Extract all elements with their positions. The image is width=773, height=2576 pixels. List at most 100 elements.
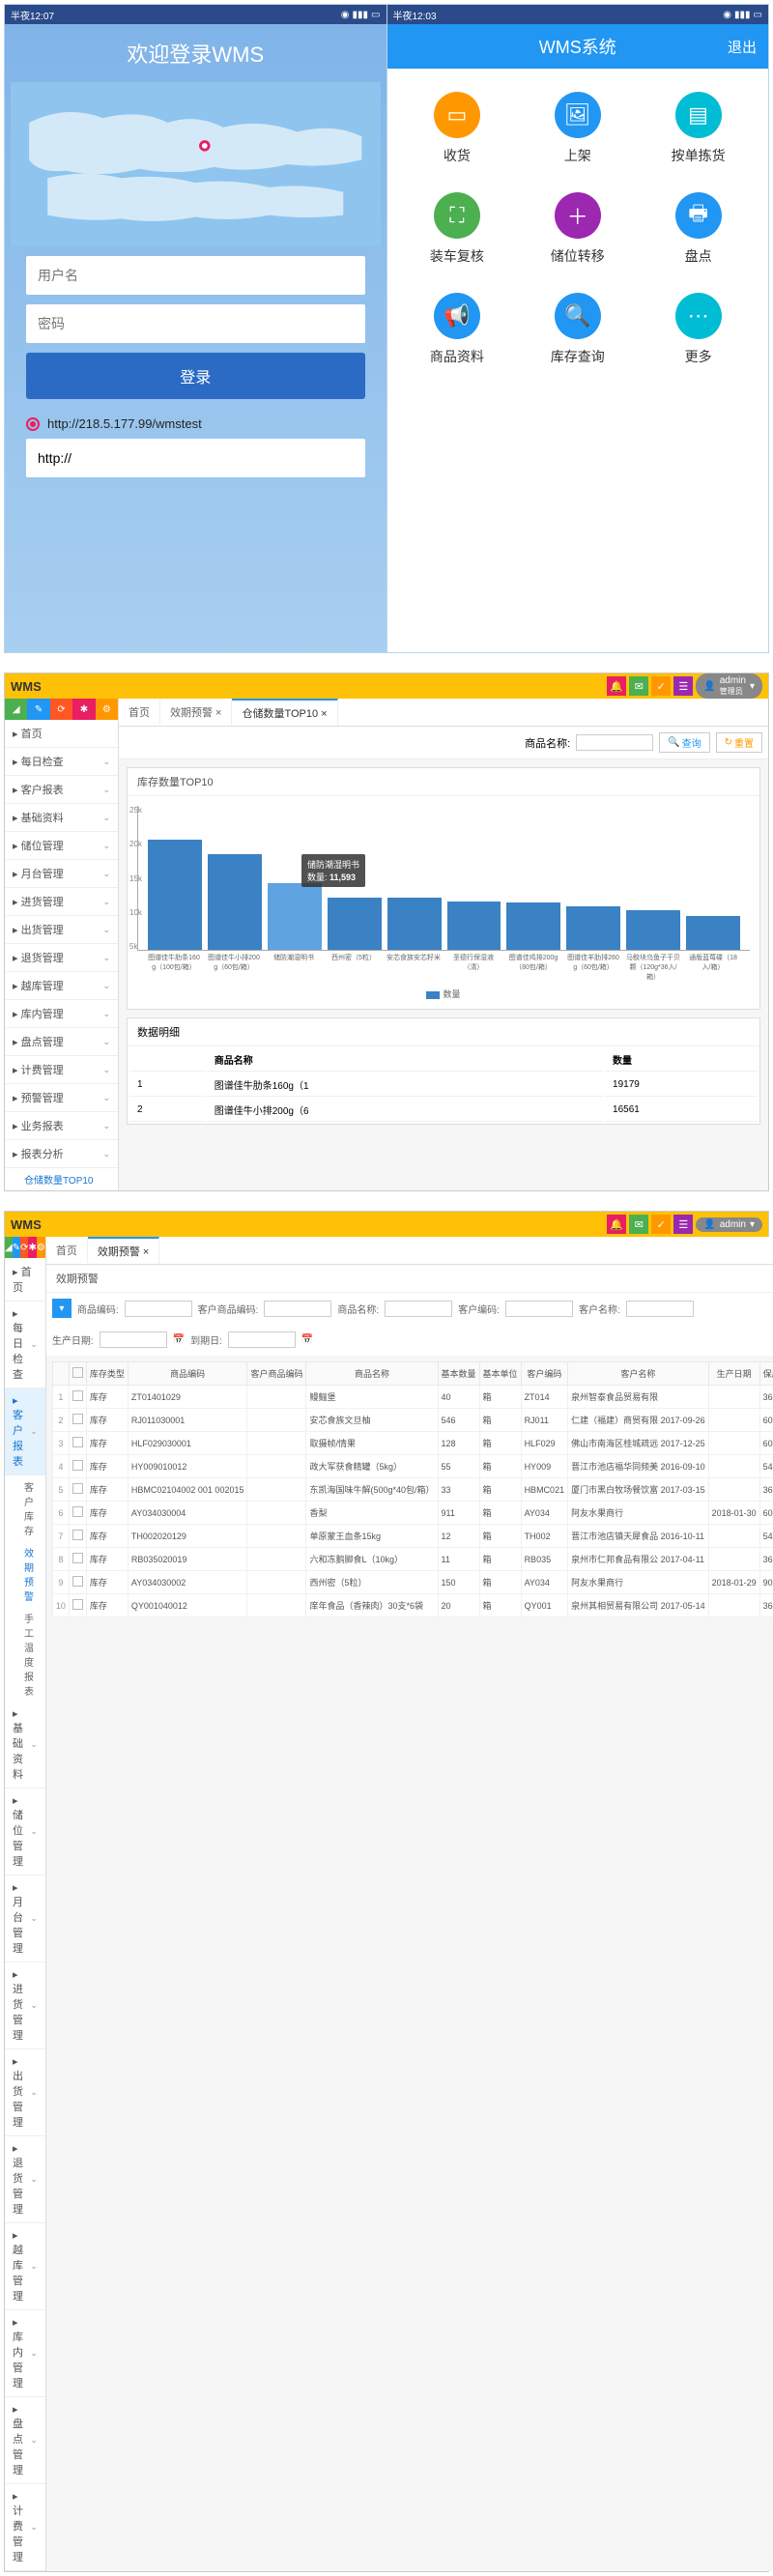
sidebar-item-退货管理[interactable]: ▸ 退货管理 ⌄	[5, 2136, 45, 2223]
setting-icon[interactable]: ☰	[673, 676, 693, 696]
sidebar-sub-效期预警[interactable]: 效期预警	[5, 1541, 45, 1607]
sidebar-item-储位管理[interactable]: ▸ 储位管理 ⌄	[5, 832, 118, 860]
menu-item-按单拣货[interactable]: ▤ 按单拣货	[638, 78, 759, 179]
collapse-toggle[interactable]: ▾	[52, 1299, 72, 1318]
menu-item-储位转移[interactable]: ＋ 储位转移	[517, 179, 638, 279]
tab-首页[interactable]: 首页	[46, 1238, 88, 1263]
bar-4[interactable]	[387, 898, 442, 950]
sidebar-item-计费管理[interactable]: ▸ 计费管理 ⌄	[5, 2484, 45, 2571]
tab-仓储数量TOP10 ×[interactable]: 仓储数量TOP10 ×	[232, 699, 337, 726]
tab-效期预警 ×[interactable]: 效期预警 ×	[88, 1237, 159, 1264]
menu-item-库存查询[interactable]: 🔍 库存查询	[517, 279, 638, 380]
sidebar-item-客户报表[interactable]: ▸ 客户报表 ⌄	[5, 1388, 45, 1475]
sidebar-item-出货管理[interactable]: ▸ 出货管理 ⌄	[5, 916, 118, 944]
server-url-alt-input[interactable]	[26, 439, 365, 477]
radio-selected-icon[interactable]	[26, 417, 40, 431]
table-row[interactable]: 3库存HLF029030001取摄帧/情果128箱HLF029佛山市南海区桂城疏…	[52, 1432, 773, 1455]
table-row[interactable]: 10库存QY001040012庠年食品（香辣肉）30支*6袋20箱QY001泉州…	[52, 1594, 773, 1617]
tab-首页[interactable]: 首页	[119, 700, 160, 725]
sidebar-item-每日检查[interactable]: ▸ 每日检查 ⌄	[5, 1302, 45, 1388]
task-icon[interactable]: ✓	[651, 676, 671, 696]
filter-prod-date[interactable]	[100, 1331, 167, 1348]
user-pill[interactable]: 👤 admin管理员 ▾	[696, 673, 762, 699]
sidebar-item-盘点管理[interactable]: ▸ 盘点管理 ⌄	[5, 1028, 118, 1056]
sidebar-item-月台管理[interactable]: ▸ 月台管理 ⌄	[5, 1875, 45, 1962]
sb-btn-1[interactable]: ◢	[5, 699, 27, 720]
row-checkbox[interactable]	[72, 1506, 83, 1517]
sidebar-item-首页[interactable]: ▸ 首页	[5, 1258, 45, 1302]
bar-2[interactable]	[268, 883, 322, 950]
bar-7[interactable]	[566, 906, 620, 950]
table-row[interactable]: 6库存AY034030004香梨911箱AY034阿友水果商行2018-01-3…	[52, 1502, 773, 1525]
menu-item-收货[interactable]: ▭ 收货	[397, 78, 518, 179]
row-checkbox[interactable]	[72, 1437, 83, 1447]
notif-icon[interactable]: 🔔	[607, 676, 626, 696]
sidebar-item-库内管理[interactable]: ▸ 库内管理 ⌄	[5, 2310, 45, 2397]
sidebar-sub-手工温度报表[interactable]: 手工温度报表	[5, 1607, 45, 1702]
menu-item-更多[interactable]: ⋯ 更多	[638, 279, 759, 380]
filter-exp-date[interactable]	[228, 1331, 296, 1348]
table-row[interactable]: 2图谱佳牛小排200g（616561	[129, 1099, 758, 1122]
search-input[interactable]	[576, 734, 653, 751]
row-checkbox[interactable]	[72, 1414, 83, 1424]
table-row[interactable]: 2库存RJ011030001安芯食族文旦柚546箱RJ011仁建（福建）商贸有限…	[52, 1409, 773, 1432]
table-row[interactable]: 7库存TH002020129单原蒙王血条15kg12箱TH002晋江市池店镇天犀…	[52, 1525, 773, 1548]
sidebar-item-越库管理[interactable]: ▸ 越库管理 ⌄	[5, 972, 118, 1000]
menu-item-商品资料[interactable]: 📢 商品资料	[397, 279, 518, 380]
sidebar-sub-客户库存[interactable]: 客户库存	[5, 1475, 45, 1541]
row-checkbox[interactable]	[72, 1483, 83, 1494]
sidebar-item-业务报表[interactable]: ▸ 业务报表 ⌄	[5, 1112, 118, 1140]
notif-icon[interactable]: 🔔	[607, 1215, 626, 1234]
sidebar-item-月台管理[interactable]: ▸ 月台管理 ⌄	[5, 860, 118, 888]
sidebar-item-每日检查[interactable]: ▸ 每日检查 ⌄	[5, 748, 118, 776]
bar-5[interactable]	[447, 902, 501, 950]
exit-button[interactable]: 退出	[728, 37, 757, 57]
row-checkbox[interactable]	[72, 1599, 83, 1610]
sidebar-item-退货管理[interactable]: ▸ 退货管理 ⌄	[5, 944, 118, 972]
menu-item-上架[interactable]: 🖼 上架	[517, 78, 638, 179]
table-row[interactable]: 5库存HBMC02104002 001 002015东凯海国味牛解(500g*4…	[52, 1478, 773, 1502]
sidebar-item-基础资料[interactable]: ▸ 基础资料 ⌄	[5, 804, 118, 832]
row-checkbox[interactable]	[72, 1460, 83, 1471]
sidebar-item-库内管理[interactable]: ▸ 库内管理 ⌄	[5, 1000, 118, 1028]
filter-cust-code[interactable]	[505, 1301, 573, 1317]
table-row[interactable]: 4库存HY009010012政大军获食精罐（5kg）55箱HY009晋江市池店福…	[52, 1455, 773, 1478]
sidebar-item-进货管理[interactable]: ▸ 进货管理 ⌄	[5, 1962, 45, 2049]
bar-0[interactable]	[148, 840, 202, 950]
table-row[interactable]: 8库存RB035020019六和冻鹅脚食L（10kg）11箱RB035泉州市仁邦…	[52, 1548, 773, 1571]
sb-btn-4[interactable]: ✱	[72, 699, 95, 720]
reset-button[interactable]: ↻重置	[716, 732, 762, 753]
row-checkbox[interactable]	[72, 1390, 83, 1401]
task-icon[interactable]: ✓	[651, 1215, 671, 1234]
bar-9[interactable]	[686, 916, 740, 950]
row-checkbox[interactable]	[72, 1576, 83, 1587]
bar-3[interactable]	[328, 898, 382, 950]
login-button[interactable]: 登录	[26, 353, 365, 399]
password-input[interactable]	[26, 304, 365, 343]
mail-icon[interactable]: ✉	[629, 676, 648, 696]
bar-8[interactable]	[626, 910, 680, 950]
filter-sku[interactable]	[125, 1301, 192, 1317]
table-row[interactable]: 9库存AY034030002西州密（5粒）150箱AY034阿友水果商行2018…	[52, 1571, 773, 1594]
sidebar-item-首页[interactable]: ▸ 首页	[5, 720, 118, 748]
sidebar-item-基础资料[interactable]: ▸ 基础资料 ⌄	[5, 1702, 45, 1789]
mail-icon[interactable]: ✉	[629, 1215, 648, 1234]
menu-item-装车复核[interactable]: ⛶ 装车复核	[397, 179, 518, 279]
table-row[interactable]: 1库存ZT01401029鳗鲡堡40箱ZT014泉州智泰食品贸易有限360	[52, 1386, 773, 1409]
filter-name[interactable]	[385, 1301, 452, 1317]
sidebar-item-越库管理[interactable]: ▸ 越库管理 ⌄	[5, 2223, 45, 2310]
sb-btn-3[interactable]: ⟳	[50, 699, 72, 720]
sidebar-sub-top10[interactable]: 仓储数量TOP10	[5, 1168, 118, 1190]
sidebar-item-储位管理[interactable]: ▸ 储位管理 ⌄	[5, 1789, 45, 1875]
sidebar-item-预警管理[interactable]: ▸ 预警管理 ⌄	[5, 1084, 118, 1112]
sb-btn-2[interactable]: ✎	[27, 699, 49, 720]
row-checkbox[interactable]	[72, 1553, 83, 1563]
sidebar-item-客户报表[interactable]: ▸ 客户报表 ⌄	[5, 776, 118, 804]
username-input[interactable]	[26, 256, 365, 295]
table-row[interactable]: 1图谱佳牛肋条160g（119179	[129, 1073, 758, 1097]
sidebar-item-进货管理[interactable]: ▸ 进货管理 ⌄	[5, 888, 118, 916]
bar-6[interactable]	[506, 902, 560, 950]
sb-btn-5[interactable]: ⚙	[96, 699, 118, 720]
row-checkbox[interactable]	[72, 1530, 83, 1540]
sidebar-item-计费管理[interactable]: ▸ 计费管理 ⌄	[5, 1056, 118, 1084]
